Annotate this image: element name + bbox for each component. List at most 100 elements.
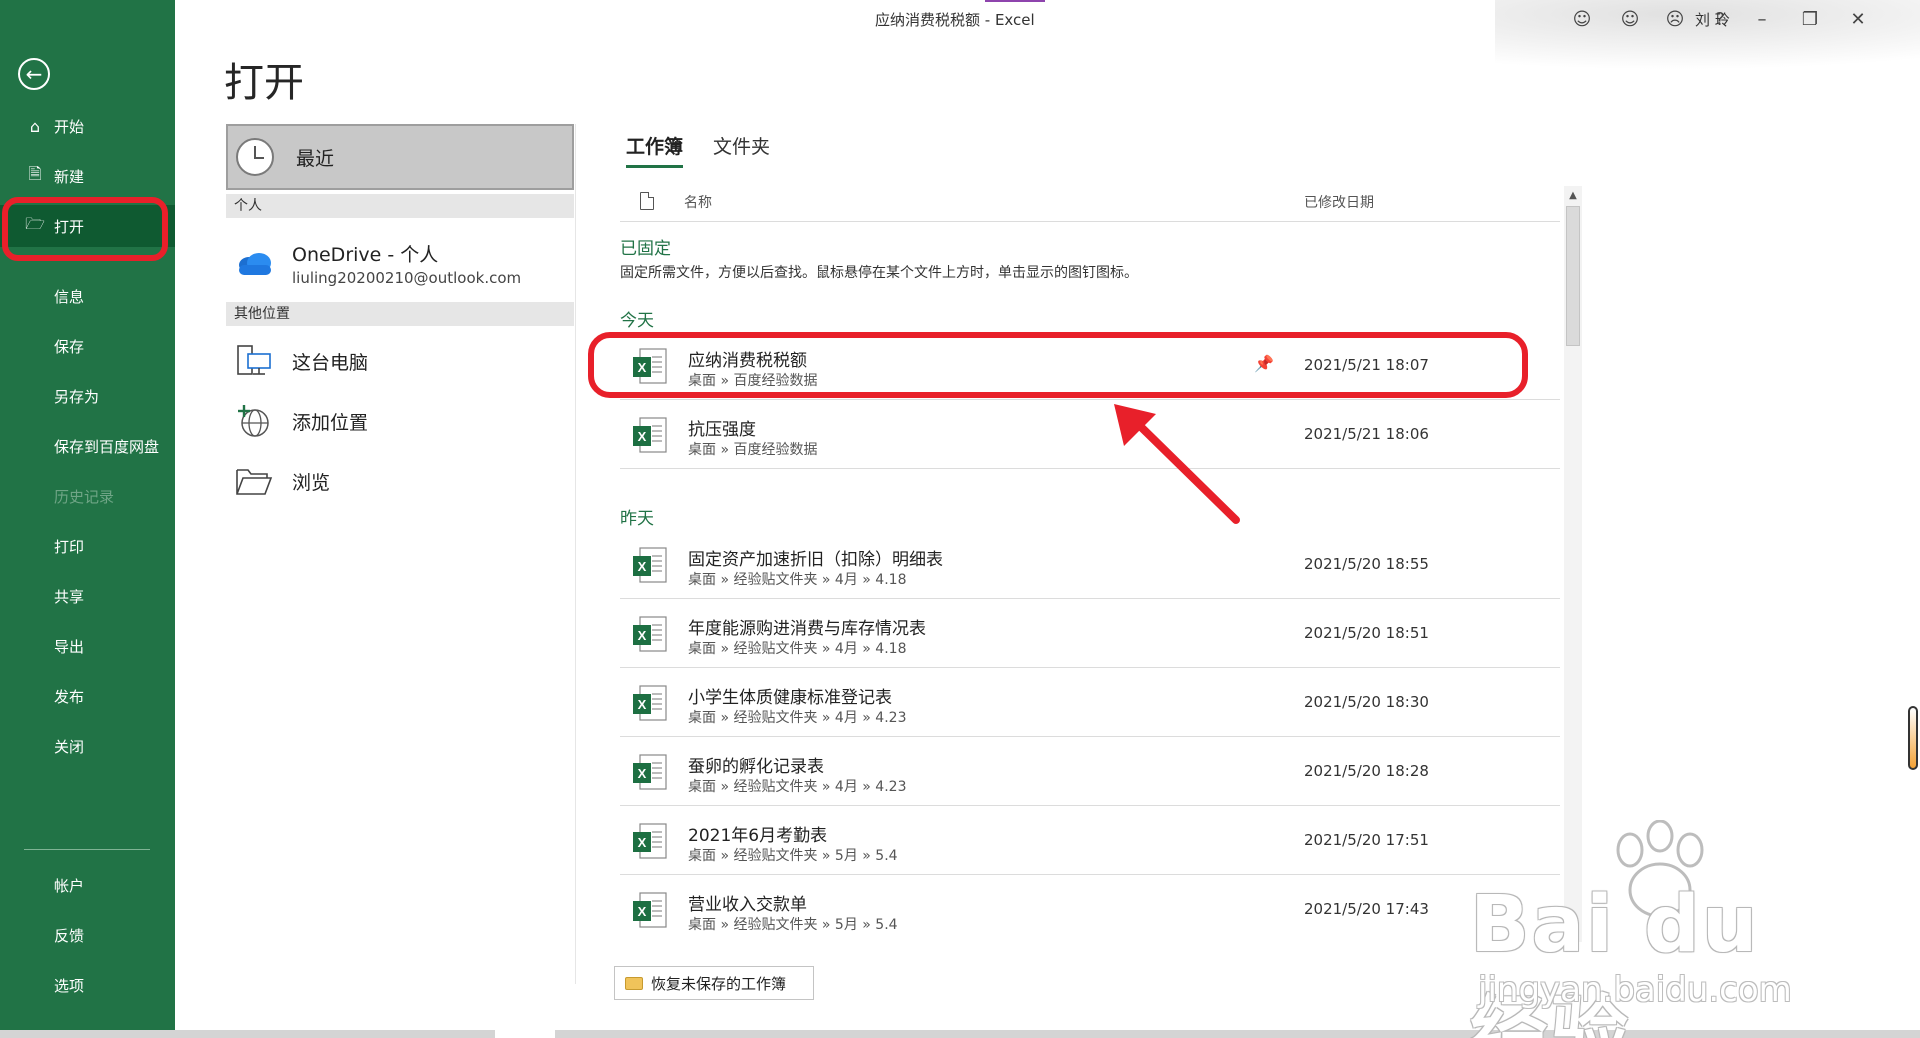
location-onedrive[interactable]: OneDrive - 个人 liuling20200210@outlook.co…: [226, 232, 574, 294]
minimize-icon[interactable]: –: [1747, 6, 1777, 32]
file-date: 2021/5/20 17:43: [1304, 900, 1429, 918]
group-today: 今天: [620, 311, 654, 331]
nav-item-publish[interactable]: 发布: [0, 675, 175, 717]
title-accent-line: [985, 0, 1045, 2]
file-row[interactable]: X 抗压强度 桌面 » 百度经验数据 2021/5/21 18:06: [620, 401, 1560, 469]
file-row[interactable]: X 营业收入交款单 桌面 » 经验贴文件夹 » 5月 » 5.4 2021/5/…: [620, 876, 1560, 944]
file-name: 固定资产加速折旧（扣除）明细表: [688, 550, 943, 570]
nav-item-feedback[interactable]: 反馈: [0, 914, 175, 956]
scroll-up-icon[interactable]: ▲: [1564, 186, 1582, 204]
svg-text:X: X: [638, 559, 647, 574]
folder-icon: [625, 976, 643, 990]
restore-icon[interactable]: ❐: [1795, 6, 1825, 32]
file-path: 桌面 » 百度经验数据: [688, 442, 818, 458]
nav-item-share[interactable]: 共享: [0, 575, 175, 617]
location-recent[interactable]: 最近: [226, 124, 574, 190]
file-path: 桌面 » 经验贴文件夹 » 4月 » 4.18: [688, 641, 907, 657]
location-browse[interactable]: 浏览: [226, 454, 574, 508]
file-row[interactable]: X 小学生体质健康标准登记表 桌面 » 经验贴文件夹 » 4月 » 4.23 2…: [620, 669, 1560, 737]
file-name: 营业收入交款单: [688, 895, 807, 915]
nav-item-save-to-baidu[interactable]: 保存到百度网盘: [0, 425, 175, 467]
recover-unsaved-button[interactable]: 恢复未保存的工作簿: [614, 966, 814, 1000]
file-row[interactable]: X 年度能源购进消费与库存情况表 桌面 » 经验贴文件夹 » 4月 » 4.18…: [620, 600, 1560, 668]
file-list-header: 名称 已修改日期: [620, 186, 1560, 222]
location-add-place[interactable]: 添加位置: [226, 394, 574, 448]
file-name: 年度能源购进消费与库存情况表: [688, 619, 926, 639]
nav-label: 导出: [54, 637, 85, 656]
nav-label: 保存到百度网盘: [54, 437, 160, 456]
bottom-status-strip: [0, 1030, 1920, 1038]
svg-text:X: X: [638, 429, 647, 444]
help-icon[interactable]: ?: [1705, 6, 1735, 32]
nav-label: 帐户: [54, 876, 85, 895]
folder-icon: [234, 466, 274, 496]
nav-divider: [24, 849, 150, 850]
close-icon[interactable]: ✕: [1843, 6, 1873, 32]
file-name: 小学生体质健康标准登记表: [688, 688, 892, 708]
nav-label: 开始: [54, 117, 85, 136]
file-tabs: 工作簿 文件夹: [626, 132, 770, 168]
smile-feedback-icon[interactable]: ☺: [1615, 6, 1645, 32]
file-row[interactable]: X 蚕卵的孵化记录表 桌面 » 经验贴文件夹 » 4月 » 4.23 2021/…: [620, 738, 1560, 806]
nav-label: 打印: [54, 537, 85, 556]
side-scroll-indicator: [1908, 706, 1918, 770]
back-arrow-icon[interactable]: ←: [18, 58, 50, 90]
file-date: 2021/5/20 18:28: [1304, 762, 1429, 780]
file-date: 2021/5/21 18:06: [1304, 425, 1429, 443]
tab-workbooks[interactable]: 工作簿: [626, 132, 684, 168]
help-label: ?: [1715, 8, 1725, 30]
baidu-paw-icon: [1616, 820, 1704, 918]
file-date: 2021/5/20 17:51: [1304, 831, 1429, 849]
nav-item-home[interactable]: ⌂ 开始: [0, 105, 175, 147]
file-row[interactable]: X 2021年6月考勤表 桌面 » 经验贴文件夹 » 5月 » 5.4 2021…: [620, 807, 1560, 875]
group-pinned: 已固定: [620, 239, 671, 259]
location-label: 添加位置: [292, 411, 369, 434]
svg-text:X: X: [638, 697, 647, 712]
nav-label: 共享: [54, 587, 85, 606]
scroll-down-icon[interactable]: ▼: [1564, 920, 1582, 938]
tab-folders[interactable]: 文件夹: [713, 132, 770, 168]
frown-feedback-icon[interactable]: ☹: [1660, 6, 1690, 32]
excel-file-icon: X: [633, 823, 667, 859]
title-bar: 应纳消费税税额 - Excel 刘 玲 ☺ ☺ ☹ ? – ❐ ✕: [175, 0, 1920, 70]
scrollbar-thumb[interactable]: [1566, 206, 1580, 346]
home-icon: ⌂: [29, 116, 41, 136]
new-doc-icon: 🗎: [28, 163, 42, 183]
file-row[interactable]: X 固定资产加速折旧（扣除）明细表 桌面 » 经验贴文件夹 » 4月 » 4.1…: [620, 531, 1560, 599]
file-path: 桌面 » 经验贴文件夹 » 4月 » 4.23: [688, 779, 907, 795]
excel-file-icon: X: [633, 417, 667, 453]
nav-item-account[interactable]: 帐户: [0, 864, 175, 906]
excel-file-icon: X: [633, 685, 667, 721]
annotation-highlight-open: [2, 197, 168, 261]
page-title: 打开: [224, 60, 304, 106]
excel-backstage-open: ← ⌂ 开始 🗎 新建 🗁 打开 信息 保存 另存为 保存到百度网盘 历史记录: [0, 0, 1920, 1038]
nav-item-save-as[interactable]: 另存为: [0, 375, 175, 417]
column-modified-date[interactable]: 已修改日期: [1304, 192, 1374, 212]
file-name: 抗压强度: [688, 420, 756, 440]
nav-item-new[interactable]: 🗎 新建: [0, 155, 175, 197]
window-title: 应纳消费税税额 - Excel: [875, 11, 1035, 29]
nav-item-info[interactable]: 信息: [0, 275, 175, 317]
svg-text:X: X: [638, 835, 647, 850]
onedrive-cloud-icon: [234, 251, 274, 275]
account-icon[interactable]: ☺: [1567, 6, 1597, 32]
file-path: 桌面 » 经验贴文件夹 » 4月 » 4.18: [688, 572, 907, 588]
column-divider: [575, 124, 576, 984]
nav-item-print[interactable]: 打印: [0, 525, 175, 567]
nav-item-save[interactable]: 保存: [0, 325, 175, 367]
pinned-description: 固定所需文件，方便以后查找。鼠标悬停在某个文件上方时，单击显示的图钉图标。: [620, 265, 1138, 281]
nav-label: 新建: [54, 167, 85, 186]
nav-item-export[interactable]: 导出: [0, 625, 175, 667]
svg-text:X: X: [638, 904, 647, 919]
recover-label: 恢复未保存的工作簿: [651, 974, 787, 993]
location-this-pc[interactable]: 这台电脑: [226, 334, 574, 388]
onedrive-title: OneDrive - 个人: [292, 243, 439, 266]
annotation-highlight-file: [588, 332, 1528, 398]
nav-item-close[interactable]: 关闭: [0, 725, 175, 767]
column-name[interactable]: 名称: [684, 192, 712, 212]
nav-item-options[interactable]: 选项: [0, 964, 175, 1006]
group-yesterday: 昨天: [620, 509, 654, 529]
location-label: 这台电脑: [292, 351, 369, 374]
nav-label: 反馈: [54, 926, 85, 945]
location-label: 最近: [296, 147, 335, 170]
